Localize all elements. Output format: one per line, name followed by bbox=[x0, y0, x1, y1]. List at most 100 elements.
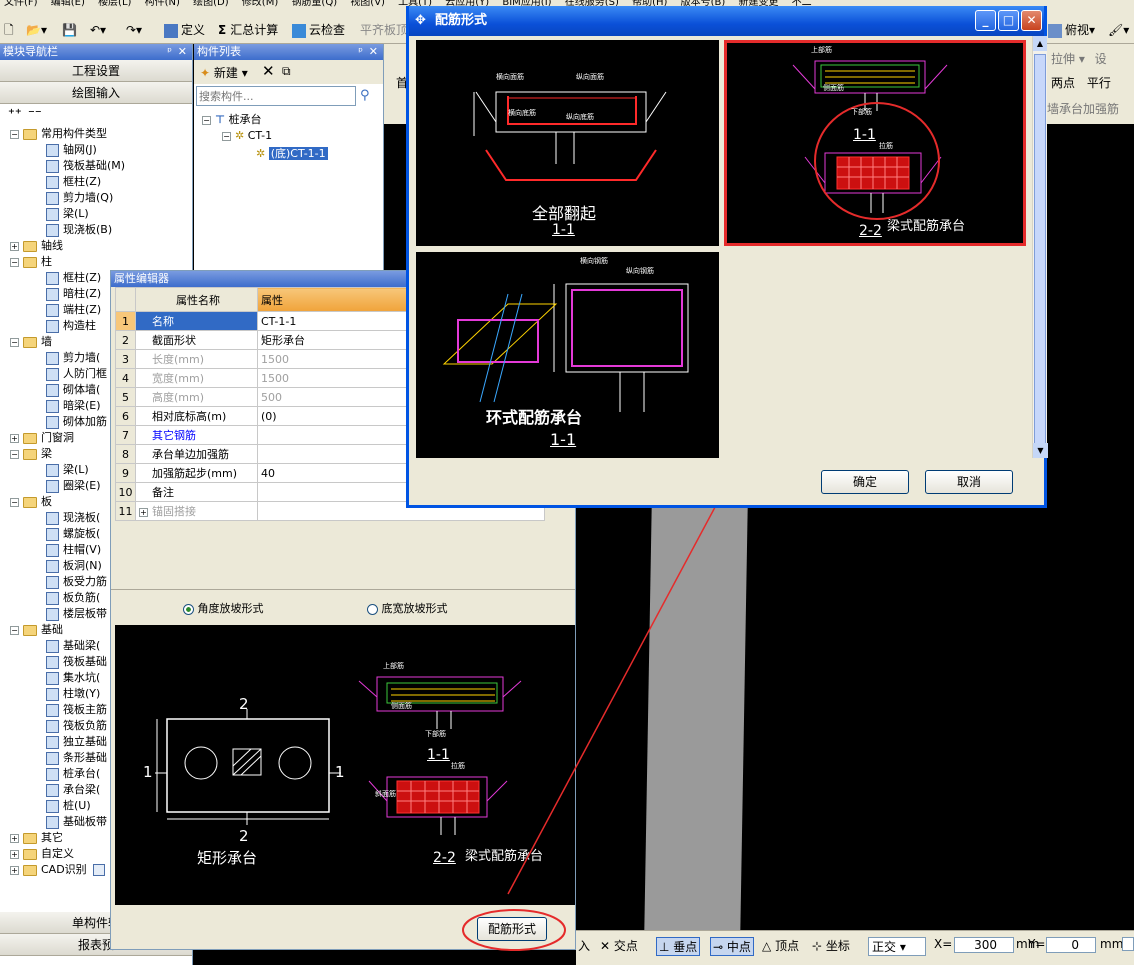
cancel-button[interactable]: 取消 bbox=[925, 470, 1013, 494]
nav-tree-item[interactable]: 桩承台( bbox=[46, 766, 100, 782]
intersect-snap[interactable]: ✕ 交点 bbox=[600, 937, 638, 954]
top-view-button[interactable]: 俯视▾ bbox=[1048, 20, 1095, 40]
vertex-snap[interactable]: △ 顶点 bbox=[762, 937, 799, 954]
mid-snap[interactable]: ⊸ 中点 bbox=[710, 937, 754, 956]
nav-tree-item[interactable]: + CAD识别 bbox=[10, 862, 105, 878]
nav-tree-item[interactable]: 端柱(Z) bbox=[46, 302, 101, 318]
new-component-button[interactable]: ✦ 新建 ▾ bbox=[200, 64, 248, 81]
nav-tree-item[interactable]: 基础板带 bbox=[46, 814, 107, 830]
collapse-all-icon[interactable]: ⁻⁻ bbox=[28, 107, 42, 122]
nav-tree-item[interactable]: 柱墩(Y) bbox=[46, 686, 100, 702]
scroll-up-icon[interactable]: ▲ bbox=[1033, 36, 1047, 51]
expand-all-icon[interactable]: ⁺⁺ bbox=[8, 107, 22, 122]
nav-tree-item[interactable]: 圈梁(E) bbox=[46, 478, 101, 494]
tree-node-ct1[interactable]: − ✲ CT-1 bbox=[222, 128, 272, 144]
pin-icon[interactable]: ᵖ bbox=[167, 44, 172, 60]
drawing-column-element[interactable] bbox=[644, 508, 748, 930]
expand-icon[interactable]: + bbox=[10, 833, 19, 843]
menu-view[interactable]: 视图(V) bbox=[350, 0, 385, 8]
nav-tree-item[interactable]: − 梁 bbox=[10, 446, 52, 462]
two-point-button[interactable]: 两点 平行 bbox=[1051, 74, 1111, 91]
search-icon[interactable]: ⚲ bbox=[360, 88, 370, 103]
tree-node-pile-cap[interactable]: − ⊤ 桩承台 bbox=[202, 112, 262, 128]
option-full-bend[interactable]: 横向面筋 纵向面筋 横向底筋 纵向底筋 全部翻起 1-1 bbox=[416, 40, 719, 246]
lock-checkbox[interactable] bbox=[1122, 937, 1134, 951]
strengthen-button[interactable]: 墙承台加强筋 bbox=[1047, 100, 1119, 117]
nav-tree-item[interactable]: 柱帽(V) bbox=[46, 542, 101, 558]
coord-snap[interactable]: ⊹ 坐标 bbox=[812, 937, 850, 954]
nav-tree-item[interactable]: 筏板基础(M) bbox=[46, 158, 125, 174]
nav-tree-item[interactable]: − 常用构件类型 bbox=[10, 126, 107, 142]
nav-tree-item[interactable]: + 其它 bbox=[10, 830, 63, 846]
menu-component[interactable]: 构件(N) bbox=[145, 0, 180, 8]
collapse-icon[interactable]: − bbox=[222, 131, 231, 141]
ok-button[interactable]: 确定 bbox=[821, 470, 909, 494]
y-value-input[interactable]: 0 bbox=[1046, 937, 1096, 953]
x-value-input[interactable]: 300 bbox=[954, 937, 1014, 953]
open-folder-icon[interactable]: 📂▾ bbox=[26, 20, 47, 40]
option-ring-cap[interactable]: 横向钢筋 纵向钢筋 环式配筋承台 1-1 bbox=[416, 252, 719, 458]
flat-board-button[interactable]: 平齐板顶 bbox=[360, 20, 408, 40]
nav-tree-item[interactable]: 梁(L) bbox=[46, 206, 89, 222]
nav-tree-item[interactable]: 剪力墙( bbox=[46, 350, 100, 366]
nav-tree-item[interactable]: 暗柱(Z) bbox=[46, 286, 101, 302]
component-search-input[interactable] bbox=[196, 86, 356, 106]
nav-tree-item[interactable]: 基础梁( bbox=[46, 638, 100, 654]
expand-icon[interactable]: + bbox=[10, 849, 19, 859]
redo-icon[interactable]: ↷▾ bbox=[126, 20, 142, 40]
nav-tree-item[interactable]: + 门窗洞 bbox=[10, 430, 74, 446]
close-icon[interactable]: ✕ bbox=[178, 44, 187, 60]
nav-tree-item[interactable]: − 板 bbox=[10, 494, 52, 510]
scroll-thumb[interactable] bbox=[1034, 54, 1046, 452]
menu-draw[interactable]: 绘图(D) bbox=[193, 0, 229, 8]
undo-icon[interactable]: ↶▾ bbox=[90, 20, 106, 40]
nav-tree-item[interactable]: 现浇板(B) bbox=[46, 222, 112, 238]
nav-tree-item[interactable]: 梁(L) bbox=[46, 462, 89, 478]
nav-tree-item[interactable]: 楼层板带 bbox=[46, 606, 107, 622]
menu-modify[interactable]: 修改(M) bbox=[242, 0, 278, 8]
draw-input-button[interactable]: 绘图输入 bbox=[0, 82, 192, 104]
nav-tree-item[interactable]: 板负筋( bbox=[46, 590, 100, 606]
nav-tree-item[interactable]: 砌体墙( bbox=[46, 382, 100, 398]
close-icon[interactable]: ✕ bbox=[1021, 10, 1042, 31]
nav-tree-item[interactable]: 暗梁(E) bbox=[46, 398, 101, 414]
expand-icon[interactable]: + bbox=[139, 507, 148, 517]
nav-tree-item[interactable]: 板受力筋 bbox=[46, 574, 107, 590]
minimize-icon[interactable]: _ bbox=[975, 10, 996, 31]
menu-file[interactable]: 文件(F) bbox=[4, 0, 38, 8]
nav-tree-item[interactable]: 人防门框 bbox=[46, 366, 107, 382]
copy-icon[interactable]: ⧉ bbox=[282, 64, 291, 79]
maximize-icon[interactable]: □ bbox=[998, 10, 1019, 31]
nav-tree-item[interactable]: 螺旋板( bbox=[46, 526, 100, 542]
collapse-icon[interactable]: − bbox=[10, 129, 19, 139]
ortho-select[interactable]: 正交 ▾ bbox=[868, 937, 926, 956]
expand-icon[interactable]: + bbox=[10, 241, 19, 251]
nav-tree-item[interactable]: 构造柱 bbox=[46, 318, 96, 334]
tree-node-ct1-1[interactable]: ✲ (底)CT-1-1 bbox=[256, 146, 328, 162]
render-icon[interactable]: 🖌▾ bbox=[1108, 20, 1129, 40]
nav-tree-item[interactable]: + 自定义 bbox=[10, 846, 74, 862]
nav-tree-item[interactable]: 框柱(Z) bbox=[46, 270, 101, 286]
expand-icon[interactable]: + bbox=[10, 433, 19, 443]
nav-tree-item[interactable]: 集水坑( bbox=[46, 670, 100, 686]
nav-tree-item[interactable]: − 墙 bbox=[10, 334, 52, 350]
define-button[interactable]: 定义 bbox=[164, 20, 205, 40]
nav-tree-item[interactable]: 条形基础 bbox=[46, 750, 107, 766]
grid-icon[interactable] bbox=[92, 864, 105, 876]
perp-snap[interactable]: ⊥ 垂点 bbox=[656, 937, 701, 956]
delete-icon[interactable]: ✕ bbox=[262, 62, 275, 80]
nav-tree-item[interactable]: 框柱(Z) bbox=[46, 174, 101, 190]
nav-tree-item[interactable]: 剪力墙(Q) bbox=[46, 190, 113, 206]
nav-tree-item[interactable]: 桩(U) bbox=[46, 798, 91, 814]
width-slope-radio[interactable]: 底宽放坡形式 bbox=[367, 600, 448, 616]
project-settings-button[interactable]: 工程设置 bbox=[0, 60, 192, 82]
sum-calc-button[interactable]: Σ 汇总计算 bbox=[218, 20, 278, 40]
nav-tree-item[interactable]: 筏板基础 bbox=[46, 654, 107, 670]
nav-tree-item[interactable]: 筏板负筋 bbox=[46, 718, 107, 734]
nav-tree-item[interactable]: − 柱 bbox=[10, 254, 52, 270]
gallery-scrollbar[interactable]: ▲ ▼ bbox=[1032, 36, 1048, 458]
nav-tree-item[interactable]: 现浇板( bbox=[46, 510, 100, 526]
expand-icon[interactable]: + bbox=[10, 865, 19, 875]
save-icon[interactable]: 💾 bbox=[62, 20, 77, 40]
option-beam-cap[interactable]: 上部筋 侧面筋 下部筋 拉筋 1-1 2-2 梁式配筋承台 bbox=[724, 40, 1026, 246]
